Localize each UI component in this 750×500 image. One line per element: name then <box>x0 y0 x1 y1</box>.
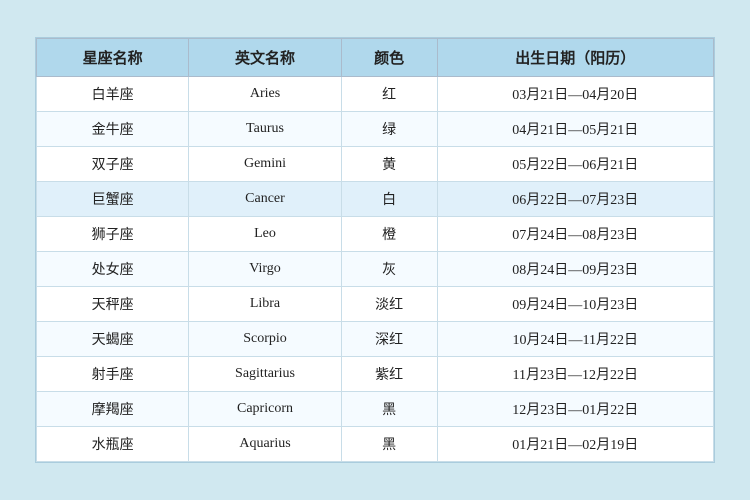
cell-dates: 06月22日—07月23日 <box>437 182 713 217</box>
cell-english-name: Gemini <box>189 147 341 182</box>
cell-color: 灰 <box>341 252 437 287</box>
cell-dates: 05月22日—06月21日 <box>437 147 713 182</box>
cell-dates: 10月24日—11月22日 <box>437 322 713 357</box>
cell-dates: 03月21日—04月20日 <box>437 77 713 112</box>
cell-chinese-name: 狮子座 <box>37 217 189 252</box>
cell-dates: 08月24日—09月23日 <box>437 252 713 287</box>
table-row: 巨蟹座Cancer白06月22日—07月23日 <box>37 182 714 217</box>
cell-dates: 11月23日—12月22日 <box>437 357 713 392</box>
cell-english-name: Aries <box>189 77 341 112</box>
cell-english-name: Cancer <box>189 182 341 217</box>
cell-dates: 07月24日—08月23日 <box>437 217 713 252</box>
cell-english-name: Taurus <box>189 112 341 147</box>
table-row: 摩羯座Capricorn黑12月23日—01月22日 <box>37 392 714 427</box>
cell-english-name: Libra <box>189 287 341 322</box>
cell-chinese-name: 水瓶座 <box>37 427 189 462</box>
zodiac-table: 星座名称 英文名称 颜色 出生日期（阳历） 白羊座Aries红03月21日—04… <box>36 38 714 462</box>
cell-color: 白 <box>341 182 437 217</box>
cell-color: 黄 <box>341 147 437 182</box>
table-row: 白羊座Aries红03月21日—04月20日 <box>37 77 714 112</box>
table-body: 白羊座Aries红03月21日—04月20日金牛座Taurus绿04月21日—0… <box>37 77 714 462</box>
header-dates: 出生日期（阳历） <box>437 39 713 77</box>
cell-english-name: Virgo <box>189 252 341 287</box>
cell-dates: 01月21日—02月19日 <box>437 427 713 462</box>
cell-chinese-name: 处女座 <box>37 252 189 287</box>
cell-color: 黑 <box>341 427 437 462</box>
table-row: 狮子座Leo橙07月24日—08月23日 <box>37 217 714 252</box>
cell-dates: 09月24日—10月23日 <box>437 287 713 322</box>
cell-color: 黑 <box>341 392 437 427</box>
cell-color: 橙 <box>341 217 437 252</box>
cell-chinese-name: 金牛座 <box>37 112 189 147</box>
cell-english-name: Scorpio <box>189 322 341 357</box>
table-row: 水瓶座Aquarius黑01月21日—02月19日 <box>37 427 714 462</box>
cell-chinese-name: 巨蟹座 <box>37 182 189 217</box>
cell-chinese-name: 射手座 <box>37 357 189 392</box>
header-color: 颜色 <box>341 39 437 77</box>
cell-color: 淡红 <box>341 287 437 322</box>
table-row: 金牛座Taurus绿04月21日—05月21日 <box>37 112 714 147</box>
cell-color: 红 <box>341 77 437 112</box>
cell-dates: 12月23日—01月22日 <box>437 392 713 427</box>
cell-english-name: Leo <box>189 217 341 252</box>
zodiac-table-container: 星座名称 英文名称 颜色 出生日期（阳历） 白羊座Aries红03月21日—04… <box>35 37 715 463</box>
cell-color: 紫红 <box>341 357 437 392</box>
cell-chinese-name: 白羊座 <box>37 77 189 112</box>
cell-english-name: Aquarius <box>189 427 341 462</box>
table-row: 双子座Gemini黄05月22日—06月21日 <box>37 147 714 182</box>
table-header-row: 星座名称 英文名称 颜色 出生日期（阳历） <box>37 39 714 77</box>
cell-chinese-name: 天蝎座 <box>37 322 189 357</box>
table-row: 天秤座Libra淡红09月24日—10月23日 <box>37 287 714 322</box>
cell-chinese-name: 双子座 <box>37 147 189 182</box>
cell-color: 绿 <box>341 112 437 147</box>
table-row: 天蝎座Scorpio深红10月24日—11月22日 <box>37 322 714 357</box>
header-chinese-name: 星座名称 <box>37 39 189 77</box>
cell-english-name: Capricorn <box>189 392 341 427</box>
table-row: 处女座Virgo灰08月24日—09月23日 <box>37 252 714 287</box>
cell-chinese-name: 摩羯座 <box>37 392 189 427</box>
cell-color: 深红 <box>341 322 437 357</box>
cell-dates: 04月21日—05月21日 <box>437 112 713 147</box>
cell-english-name: Sagittarius <box>189 357 341 392</box>
cell-chinese-name: 天秤座 <box>37 287 189 322</box>
header-english-name: 英文名称 <box>189 39 341 77</box>
table-row: 射手座Sagittarius紫红11月23日—12月22日 <box>37 357 714 392</box>
